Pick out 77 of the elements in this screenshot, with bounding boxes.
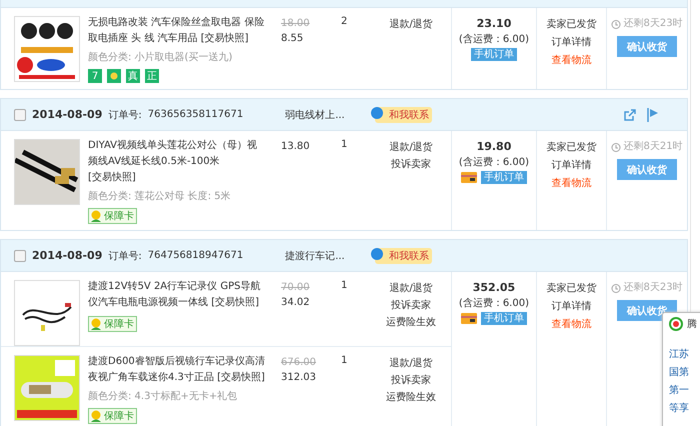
order-details-link[interactable]: 订单详情 [551, 157, 592, 174]
service-badge: 真 [126, 69, 140, 83]
countdown: 还剩8天21时 [623, 140, 683, 154]
refund-link[interactable]: 运费险生效 [386, 314, 436, 331]
original-price: 676.00 [281, 356, 316, 370]
product-title[interactable]: DIYAV视频线单头莲花公对公（母）视频线AV线延长线0.5米-100米 [交易快照] [88, 138, 267, 186]
service-badge: 7 [88, 69, 102, 83]
refund-link[interactable]: 退款/退货 [389, 280, 433, 297]
quantity: 1 [340, 279, 348, 293]
order-number: 764756818947671 [148, 250, 244, 261]
order-total: 352.05 [472, 280, 516, 295]
sku-text: 颜色分类: 4.3寸标配+无卡+礼包 [88, 390, 238, 403]
refund-link[interactable]: 投诉卖家 [391, 297, 431, 314]
snapshot-link[interactable]: [交易快照] [88, 172, 136, 183]
snapshot-link[interactable]: [交易快照] [200, 33, 249, 44]
shipping-fee: (含运费：6.00) [458, 32, 529, 47]
popup-title: 腾 [687, 318, 697, 331]
logo-icon [669, 317, 683, 331]
guarantee-badge: 保障卡 [88, 208, 137, 224]
order-status: 卖家已发货 [546, 140, 596, 155]
news-link[interactable]: 等享 [669, 401, 700, 415]
shipping-fee: (含运费：6.00) [458, 156, 529, 170]
order-total: 19.80 [476, 139, 512, 154]
countdown: 还剩8天23时 [623, 280, 683, 295]
checkbox[interactable] [14, 250, 26, 262]
snapshot-link[interactable]: [交易快照] [217, 372, 265, 383]
order-status: 卖家已发货 [546, 282, 596, 296]
refund-link[interactable]: 退款/退货 [389, 355, 433, 372]
product-title[interactable]: 捷渡D600睿智版后视镜行车记录仪高清夜视广角车载迷你4.3寸正品 [交易快照] [88, 354, 267, 386]
order-date: 2014-08-09 [32, 108, 102, 121]
sku-text: 颜色分类: 小片取电器(买一送九) [88, 50, 234, 64]
flag-icon[interactable] [647, 108, 659, 122]
mobile-order-badge: 手机订单 [480, 171, 527, 184]
clock-icon [611, 282, 622, 292]
order-details-link[interactable]: 订单详情 [551, 34, 592, 51]
news-link[interactable]: 江苏 [669, 347, 700, 361]
refund-link[interactable]: 投诉卖家 [391, 372, 431, 389]
service-badge: 正 [145, 69, 159, 83]
order-total: 23.10 [476, 16, 512, 31]
order-status: 卖家已发货 [546, 18, 596, 32]
quantity: 2 [340, 15, 348, 29]
product-title[interactable]: 捷渡12V转5V 2A行车记录仪 GPS导航仪汽车电瓶电源视频一体线 [交易快照] [88, 279, 267, 311]
product-title[interactable]: 无损电路改装 汽车保险丝盒取电器 保险取电插座 头 线 汽车用品 [交易快照] [88, 15, 267, 47]
refund-link[interactable]: 投诉卖家 [391, 156, 431, 173]
countdown: 还剩8天23时 [623, 16, 683, 31]
refund-link[interactable]: 退款/退货 [389, 139, 433, 156]
mobile-order-badge: 手机订单 [480, 312, 527, 325]
share-icon[interactable] [623, 108, 637, 122]
clock-icon [611, 142, 622, 152]
order-details-link[interactable]: 订单详情 [551, 298, 592, 315]
price: 312.03 [281, 371, 316, 385]
shield-icon [107, 69, 121, 83]
refund-link[interactable]: 退款/退货 [389, 16, 433, 33]
original-price: 18.00 [281, 17, 310, 31]
seller-link[interactable]: 弱电线材上... [285, 108, 364, 122]
refund-link[interactable]: 运费险生效 [386, 389, 436, 406]
order-number-label: 订单号: [108, 108, 142, 122]
news-link[interactable]: 第一 [669, 383, 700, 397]
clock-icon [611, 18, 622, 28]
price: 8.55 [281, 32, 304, 46]
checkbox[interactable] [14, 108, 26, 120]
order-number: 763656358117671 [148, 109, 244, 120]
order-date: 2014-08-09 [32, 249, 102, 262]
mobile-order-badge: 手机订单 [470, 48, 517, 61]
price: 34.02 [281, 296, 310, 310]
guarantee-badge: 保障卡 [88, 408, 137, 424]
news-link[interactable]: 国第 [669, 365, 700, 379]
shipping-fee: (含运费：6.00) [458, 296, 529, 311]
sku-text: 颜色分类: 莲花公对母 长度: 5米 [88, 190, 232, 203]
guarantee-badge: 保障卡 [88, 316, 137, 332]
snapshot-link[interactable]: [交易快照] [211, 297, 259, 308]
original-price: 70.00 [281, 281, 310, 295]
quantity: 1 [340, 354, 348, 368]
quantity: 1 [340, 138, 348, 152]
seller-link[interactable]: 捷渡行车记... [285, 248, 364, 262]
order-number-label: 订单号: [108, 250, 142, 262]
price: 13.80 [281, 140, 310, 154]
